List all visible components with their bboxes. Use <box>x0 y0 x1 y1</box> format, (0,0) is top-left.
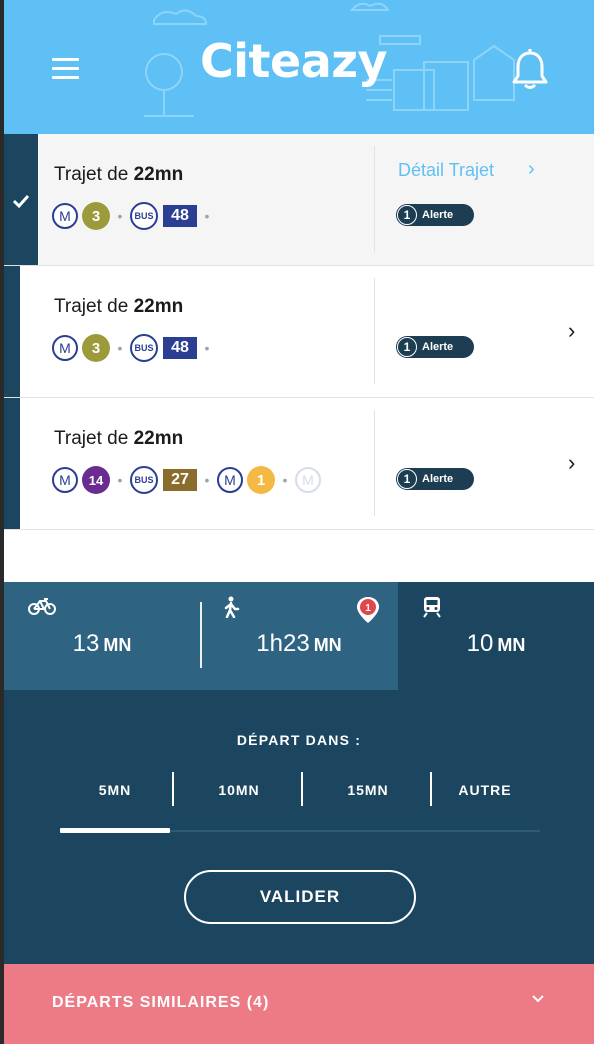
leg-separator: • <box>282 472 288 488</box>
alert-badge[interactable]: 1 Alerte <box>396 204 474 226</box>
time-option-5mn[interactable]: 5MN <box>60 772 170 808</box>
chevron-right-icon[interactable]: › <box>568 450 575 476</box>
hamburger-menu-icon[interactable] <box>52 58 82 84</box>
train-icon <box>423 597 441 618</box>
option-divider <box>301 772 303 806</box>
metro-line-badge: 1 <box>247 466 275 494</box>
route-legs: M 3 • BUS 48 • <box>52 202 217 230</box>
route-option-1[interactable]: Trajet de 22mn M 3 • BUS 48 • Détail Tra… <box>4 134 594 266</box>
bike-duration-value: 13 <box>72 630 100 657</box>
route-title: Trajet de 22mn <box>54 164 183 186</box>
tab-train[interactable]: 10 MN <box>398 582 594 690</box>
route-legs: M 3 • BUS 48 • <box>52 334 217 362</box>
metro-icon: M <box>52 335 78 361</box>
metro-line-badge: 14 <box>82 466 110 494</box>
alert-label: Alerte <box>422 341 454 353</box>
app-logo: Citeazy <box>200 34 388 88</box>
route-title-prefix: Trajet de <box>54 296 129 317</box>
metro-line-badge: 3 <box>82 334 110 362</box>
route-duration: 22mn <box>133 428 184 449</box>
route-option-2[interactable]: Trajet de 22mn M 3 • BUS 48 • 1 Alerte › <box>4 266 594 398</box>
route-title-prefix: Trajet de <box>54 428 129 449</box>
bike-duration-unit: MN <box>103 635 132 655</box>
metro-icon: M <box>217 467 243 493</box>
app-header: Citeazy <box>4 0 594 134</box>
bus-icon: BUS <box>130 202 158 230</box>
window-edge <box>0 0 4 1044</box>
transport-mode-tabs: 13 MN 1 1h23 MN 10 MN <box>4 582 594 690</box>
alert-badge[interactable]: 1 Alerte <box>396 468 474 490</box>
route-side-bar <box>4 398 20 529</box>
metro-icon-faded: M <box>295 467 321 493</box>
leg-separator: • <box>204 208 210 224</box>
route-duration: 22mn <box>133 164 184 185</box>
walk-duration-unit: MN <box>313 635 342 655</box>
time-option-10mn[interactable]: 10MN <box>184 772 294 808</box>
bus-line-badge: 48 <box>163 205 197 227</box>
leg-separator: • <box>204 472 210 488</box>
departure-title: DÉPART DANS : <box>236 732 362 748</box>
route-title-prefix: Trajet de <box>54 164 129 185</box>
detail-trajet-link[interactable]: Détail Trajet <box>398 160 494 181</box>
chevron-down-icon <box>532 995 544 1003</box>
time-option-autre[interactable]: AUTRE <box>430 772 540 808</box>
tab-walk[interactable]: 1 1h23 MN <box>200 582 398 690</box>
train-duration-value: 10 <box>466 630 494 657</box>
departure-time-options: 5MN 10MN 15MN AUTRE <box>60 772 540 808</box>
similar-departures-bar[interactable]: DÉPARTS SIMILAIRES (4) <box>4 964 594 1044</box>
bus-icon: BUS <box>130 334 158 362</box>
time-option-15mn[interactable]: 15MN <box>313 772 423 808</box>
chevron-right-icon[interactable]: › <box>568 318 575 344</box>
selected-option-indicator <box>60 828 170 833</box>
metro-icon: M <box>52 467 78 493</box>
train-duration-unit: MN <box>497 635 526 655</box>
route-option-3[interactable]: Trajet de 22mn M 14 • BUS 27 • M 1 • M 1… <box>4 398 594 530</box>
walk-duration-value: 1h23 <box>256 630 310 657</box>
leg-separator: • <box>117 472 123 488</box>
column-divider <box>374 278 375 384</box>
option-divider <box>172 772 174 806</box>
column-divider <box>374 146 375 252</box>
walking-icon <box>224 596 240 618</box>
alert-label: Alerte <box>422 473 454 485</box>
leg-separator: • <box>117 208 123 224</box>
valider-button[interactable]: VALIDER <box>184 870 416 924</box>
route-duration: 22mn <box>133 296 184 317</box>
chevron-right-icon[interactable]: › <box>528 158 535 181</box>
checkmark-icon <box>12 194 30 208</box>
bicycle-icon <box>28 598 56 615</box>
route-side-bar <box>4 266 20 397</box>
departure-panel: DÉPART DANS : 5MN 10MN 15MN AUTRE VALIDE… <box>4 690 594 964</box>
alert-count: 1 <box>397 337 417 357</box>
route-title: Trajet de 22mn <box>54 428 183 450</box>
walk-duration: 1h23 MN <box>200 630 398 658</box>
leg-separator: • <box>117 340 123 356</box>
route-legs: M 14 • BUS 27 • M 1 • M <box>52 466 321 494</box>
column-divider <box>374 410 375 516</box>
bus-icon: BUS <box>130 466 158 494</box>
tab-bike[interactable]: 13 MN <box>4 582 200 690</box>
leg-separator: • <box>204 340 210 356</box>
alert-badge[interactable]: 1 Alerte <box>396 336 474 358</box>
bell-icon[interactable] <box>510 48 550 92</box>
train-duration: 10 MN <box>398 630 594 658</box>
metro-icon: M <box>52 203 78 229</box>
similar-departures-label: DÉPARTS SIMILAIRES (4) <box>52 994 270 1011</box>
bus-line-badge: 48 <box>163 337 197 359</box>
alert-pin-icon: 1 <box>357 597 379 623</box>
bus-line-badge: 27 <box>163 469 197 491</box>
alert-label: Alerte <box>422 209 454 221</box>
bike-duration: 13 MN <box>4 630 200 658</box>
route-list: Trajet de 22mn M 3 • BUS 48 • Détail Tra… <box>4 134 594 530</box>
alert-count: 1 <box>397 205 417 225</box>
walk-alert-count: 1 <box>365 603 371 614</box>
metro-line-badge: 3 <box>82 202 110 230</box>
alert-count: 1 <box>397 469 417 489</box>
route-title: Trajet de 22mn <box>54 296 183 318</box>
